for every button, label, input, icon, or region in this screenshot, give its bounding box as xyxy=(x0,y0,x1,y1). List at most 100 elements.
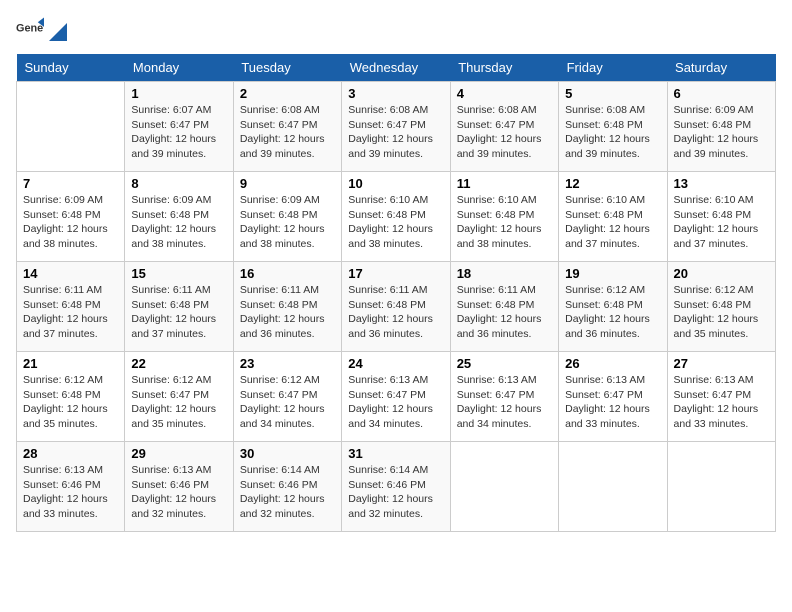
calendar-week-row: 21 Sunrise: 6:12 AM Sunset: 6:48 PM Dayli… xyxy=(17,352,776,442)
day-number: 29 xyxy=(131,446,226,461)
calendar-cell: 4Sunrise: 6:08 AM Sunset: 6:47 PM Daylig… xyxy=(450,82,558,172)
day-info: Sunrise: 6:11 AM Sunset: 6:48 PM Dayligh… xyxy=(348,283,443,342)
calendar-cell: 6Sunrise: 6:09 AM Sunset: 6:48 PM Daylig… xyxy=(667,82,775,172)
calendar-cell: 22Sunrise: 6:12 AM Sunset: 6:47 PM Dayli… xyxy=(125,352,233,442)
day-number: 17 xyxy=(348,266,443,281)
calendar-cell: 16Sunrise: 6:11 AM Sunset: 6:48 PM Dayli… xyxy=(233,262,341,352)
weekday-header-thursday: Thursday xyxy=(450,54,558,82)
weekday-header-sunday: Sunday xyxy=(17,54,125,82)
calendar-table: SundayMondayTuesdayWednesdayThursdayFrid… xyxy=(16,54,776,532)
day-info: Sunrise: 6:09 AM Sunset: 6:48 PM Dayligh… xyxy=(674,103,769,162)
day-number: 13 xyxy=(674,176,769,191)
day-number: 15 xyxy=(131,266,226,281)
weekday-header-tuesday: Tuesday xyxy=(233,54,341,82)
calendar-cell: 13 Sunrise: 6:10 AM Sunset: 6:48 PM Dayli… xyxy=(667,172,775,262)
day-info: Sunrise: 6:13 AM Sunset: 6:47 PM Dayligh… xyxy=(565,373,660,432)
day-number: 1 xyxy=(131,86,226,101)
calendar-cell: 9Sunrise: 6:09 AM Sunset: 6:48 PM Daylig… xyxy=(233,172,341,262)
day-number: 25 xyxy=(457,356,552,371)
day-info: Sunrise: 6:09 AM Sunset: 6:48 PM Dayligh… xyxy=(240,193,335,252)
calendar-cell: 3 Sunrise: 6:08 AM Sunset: 6:47 PM Daylig… xyxy=(342,82,450,172)
calendar-cell: 21 Sunrise: 6:12 AM Sunset: 6:48 PM Dayli… xyxy=(17,352,125,442)
calendar-week-row: 1 Sunrise: 6:07 AM Sunset: 6:47 PM Daylig… xyxy=(17,82,776,172)
calendar-cell: 14Sunrise: 6:11 AM Sunset: 6:48 PM Dayli… xyxy=(17,262,125,352)
calendar-cell: 18 Sunrise: 6:11 AM Sunset: 6:48 PM Dayli… xyxy=(450,262,558,352)
day-info: Sunrise: 6:12 AM Sunset: 6:47 PM Dayligh… xyxy=(240,373,335,432)
day-number: 20 xyxy=(674,266,769,281)
calendar-cell: 27 Sunrise: 6:13 AM Sunset: 6:47 PM Dayli… xyxy=(667,352,775,442)
day-number: 4 xyxy=(457,86,552,101)
day-number: 30 xyxy=(240,446,335,461)
day-info: Sunrise: 6:10 AM Sunset: 6:48 PM Dayligh… xyxy=(674,193,769,252)
calendar-cell: 12 Sunrise: 6:10 AM Sunset: 6:48 PM Dayli… xyxy=(559,172,667,262)
day-number: 27 xyxy=(674,356,769,371)
day-info: Sunrise: 6:10 AM Sunset: 6:48 PM Dayligh… xyxy=(457,193,552,252)
day-info: Sunrise: 6:08 AM Sunset: 6:47 PM Dayligh… xyxy=(240,103,335,162)
calendar-cell: 7 Sunrise: 6:09 AM Sunset: 6:48 PM Daylig… xyxy=(17,172,125,262)
day-info: Sunrise: 6:13 AM Sunset: 6:47 PM Dayligh… xyxy=(348,373,443,432)
calendar-week-row: 7 Sunrise: 6:09 AM Sunset: 6:48 PM Daylig… xyxy=(17,172,776,262)
day-number: 10 xyxy=(348,176,443,191)
day-number: 24 xyxy=(348,356,443,371)
calendar-cell: 10 Sunrise: 6:10 AM Sunset: 6:48 PM Dayli… xyxy=(342,172,450,262)
day-info: Sunrise: 6:10 AM Sunset: 6:48 PM Dayligh… xyxy=(565,193,660,252)
day-info: Sunrise: 6:09 AM Sunset: 6:48 PM Dayligh… xyxy=(131,193,226,252)
day-info: Sunrise: 6:13 AM Sunset: 6:47 PM Dayligh… xyxy=(457,373,552,432)
day-number: 21 xyxy=(23,356,118,371)
day-number: 8 xyxy=(131,176,226,191)
calendar-cell: 19 Sunrise: 6:12 AM Sunset: 6:48 PM Dayli… xyxy=(559,262,667,352)
weekday-header-monday: Monday xyxy=(125,54,233,82)
calendar-cell xyxy=(450,442,558,532)
day-number: 31 xyxy=(348,446,443,461)
day-number: 12 xyxy=(565,176,660,191)
day-info: Sunrise: 6:08 AM Sunset: 6:47 PM Dayligh… xyxy=(348,103,443,162)
day-info: Sunrise: 6:13 AM Sunset: 6:46 PM Dayligh… xyxy=(131,463,226,522)
day-info: Sunrise: 6:14 AM Sunset: 6:46 PM Dayligh… xyxy=(240,463,335,522)
calendar-cell: 11 Sunrise: 6:10 AM Sunset: 6:48 PM Dayli… xyxy=(450,172,558,262)
day-info: Sunrise: 6:13 AM Sunset: 6:47 PM Dayligh… xyxy=(674,373,769,432)
day-info: Sunrise: 6:14 AM Sunset: 6:46 PM Dayligh… xyxy=(348,463,443,522)
day-number: 22 xyxy=(131,356,226,371)
calendar-cell: 31 Sunrise: 6:14 AM Sunset: 6:46 PM Dayli… xyxy=(342,442,450,532)
day-number: 28 xyxy=(23,446,118,461)
day-info: Sunrise: 6:11 AM Sunset: 6:48 PM Dayligh… xyxy=(23,283,118,342)
calendar-cell: 28 Sunrise: 6:13 AM Sunset: 6:46 PM Dayli… xyxy=(17,442,125,532)
logo-icon: General xyxy=(16,16,44,44)
calendar-cell: 2Sunrise: 6:08 AM Sunset: 6:47 PM Daylig… xyxy=(233,82,341,172)
day-info: Sunrise: 6:11 AM Sunset: 6:48 PM Dayligh… xyxy=(131,283,226,342)
day-info: Sunrise: 6:11 AM Sunset: 6:48 PM Dayligh… xyxy=(240,283,335,342)
day-number: 11 xyxy=(457,176,552,191)
calendar-cell: 1 Sunrise: 6:07 AM Sunset: 6:47 PM Daylig… xyxy=(125,82,233,172)
calendar-week-row: 28 Sunrise: 6:13 AM Sunset: 6:46 PM Dayli… xyxy=(17,442,776,532)
day-info: Sunrise: 6:12 AM Sunset: 6:48 PM Dayligh… xyxy=(565,283,660,342)
calendar-cell: 26 Sunrise: 6:13 AM Sunset: 6:47 PM Dayli… xyxy=(559,352,667,442)
svg-text:General: General xyxy=(16,23,44,35)
day-info: Sunrise: 6:10 AM Sunset: 6:48 PM Dayligh… xyxy=(348,193,443,252)
calendar-cell: 30 Sunrise: 6:14 AM Sunset: 6:46 PM Dayli… xyxy=(233,442,341,532)
day-info: Sunrise: 6:12 AM Sunset: 6:48 PM Dayligh… xyxy=(23,373,118,432)
weekday-header-saturday: Saturday xyxy=(667,54,775,82)
calendar-cell xyxy=(17,82,125,172)
weekday-header-wednesday: Wednesday xyxy=(342,54,450,82)
calendar-cell: 25 Sunrise: 6:13 AM Sunset: 6:47 PM Dayli… xyxy=(450,352,558,442)
day-info: Sunrise: 6:08 AM Sunset: 6:48 PM Dayligh… xyxy=(565,103,660,162)
day-number: 7 xyxy=(23,176,118,191)
day-number: 18 xyxy=(457,266,552,281)
logo: General xyxy=(16,16,68,44)
calendar-cell xyxy=(667,442,775,532)
calendar-cell: 5 Sunrise: 6:08 AM Sunset: 6:48 PM Daylig… xyxy=(559,82,667,172)
day-info: Sunrise: 6:11 AM Sunset: 6:48 PM Dayligh… xyxy=(457,283,552,342)
day-info: Sunrise: 6:13 AM Sunset: 6:46 PM Dayligh… xyxy=(23,463,118,522)
calendar-cell: 20 Sunrise: 6:12 AM Sunset: 6:48 PM Dayli… xyxy=(667,262,775,352)
day-number: 19 xyxy=(565,266,660,281)
calendar-cell: 8 Sunrise: 6:09 AM Sunset: 6:48 PM Daylig… xyxy=(125,172,233,262)
day-number: 5 xyxy=(565,86,660,101)
day-number: 3 xyxy=(348,86,443,101)
day-info: Sunrise: 6:07 AM Sunset: 6:47 PM Dayligh… xyxy=(131,103,226,162)
page-header: General xyxy=(16,16,776,44)
day-info: Sunrise: 6:09 AM Sunset: 6:48 PM Dayligh… xyxy=(23,193,118,252)
day-number: 26 xyxy=(565,356,660,371)
day-info: Sunrise: 6:12 AM Sunset: 6:48 PM Dayligh… xyxy=(674,283,769,342)
calendar-cell: 24 Sunrise: 6:13 AM Sunset: 6:47 PM Dayli… xyxy=(342,352,450,442)
logo-triangle-icon xyxy=(49,23,67,41)
